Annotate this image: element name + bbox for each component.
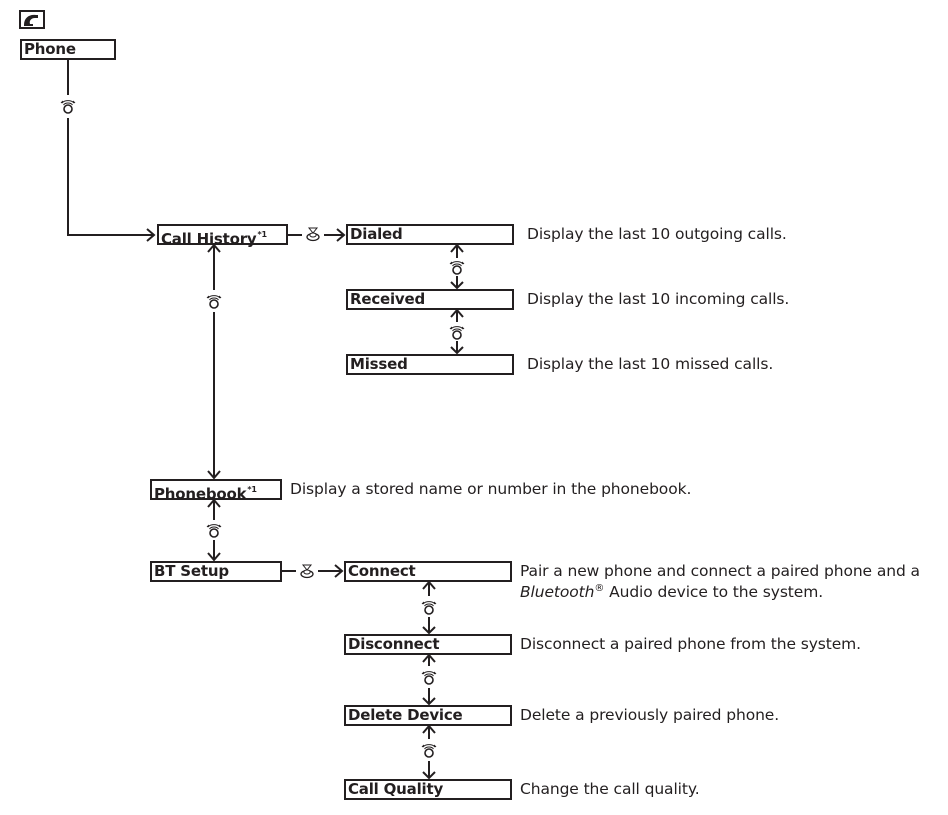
menu-item-label: Call History xyxy=(161,230,257,248)
description-disconnect: Disconnect a paired phone from the syste… xyxy=(520,635,861,653)
bluetooth-brand: Bluetooth xyxy=(520,583,595,602)
description-text: Audio device to the system. xyxy=(604,583,824,602)
menu-item-call-quality[interactable]: Call Quality xyxy=(344,779,512,800)
menu-item-label: Missed xyxy=(350,355,408,373)
connector-lines xyxy=(60,59,465,780)
menu-item-label: Phonebook xyxy=(154,485,247,503)
menu-item-bt-setup[interactable]: BT Setup xyxy=(150,561,282,582)
menu-item-label: Dialed xyxy=(350,225,403,243)
menu-item-phone[interactable]: Phone xyxy=(20,39,116,60)
description-delete-device: Delete a previously paired phone. xyxy=(520,706,780,724)
menu-item-label: Call Quality xyxy=(348,780,444,798)
description-call-quality: Change the call quality. xyxy=(520,780,700,798)
menu-item-received[interactable]: Received xyxy=(346,289,514,310)
menu-item-label: Connect xyxy=(348,562,416,580)
footnote-marker: *1 xyxy=(247,485,257,494)
description-line: Pair a new phone and connect a paired ph… xyxy=(520,562,920,580)
footnote-marker: *1 xyxy=(257,230,268,239)
description-missed: Display the last 10 missed calls. xyxy=(527,355,774,373)
menu-item-missed[interactable]: Missed xyxy=(346,354,514,375)
description-dialed: Display the last 10 outgoing calls. xyxy=(527,225,787,243)
menu-item-label: Disconnect xyxy=(348,635,440,653)
description-phonebook: Display a stored name or number in the p… xyxy=(290,480,692,498)
menu-item-phonebook[interactable]: Phonebook*1 xyxy=(150,479,282,503)
menu-item-connect[interactable]: Connect xyxy=(344,561,512,582)
menu-item-dialed[interactable]: Dialed xyxy=(346,224,514,245)
menu-item-delete-device[interactable]: Delete Device xyxy=(344,705,512,726)
menu-item-label: Delete Device xyxy=(348,706,463,724)
menu-item-label: Phone xyxy=(24,40,76,58)
description-connect: Pair a new phone and connect a paired ph… xyxy=(520,562,920,601)
menu-item-call-history[interactable]: Call History*1 xyxy=(157,224,288,248)
description-line: Bluetooth® Audio device to the system. xyxy=(520,580,920,601)
registered-mark: ® xyxy=(594,583,605,594)
menu-item-disconnect[interactable]: Disconnect xyxy=(344,634,512,655)
description-received: Display the last 10 incoming calls. xyxy=(527,290,790,308)
menu-item-label: Received xyxy=(350,290,426,308)
menu-item-label: BT Setup xyxy=(154,562,229,580)
